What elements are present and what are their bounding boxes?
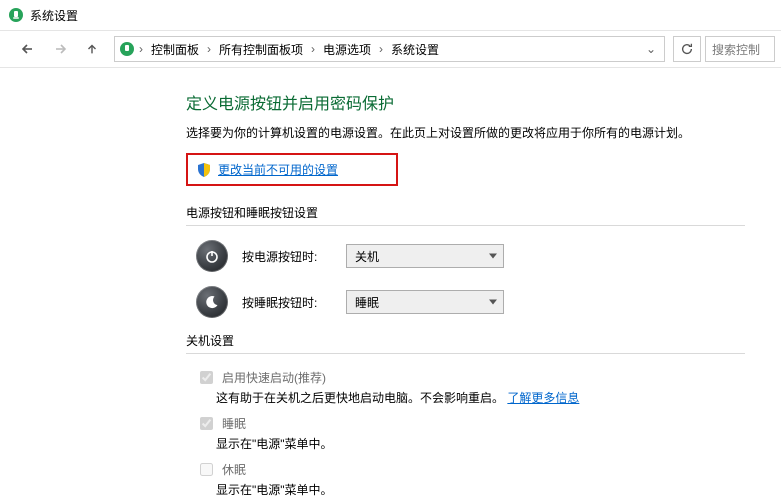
breadcrumb-item[interactable]: 系统设置 <box>387 41 443 58</box>
buttons-section-title: 电源按钮和睡眠按钮设置 <box>186 204 745 226</box>
chevron-right-icon[interactable]: › <box>205 42 213 56</box>
hibernate-option: 休眠 <box>186 460 745 479</box>
hibernate-option-label: 休眠 <box>222 461 246 478</box>
breadcrumb-item[interactable]: 电源选项 <box>319 41 375 58</box>
sleep-button-label: 按睡眠按钮时: <box>242 294 332 311</box>
power-icon <box>196 240 228 272</box>
unlock-settings-highlight: 更改当前不可用的设置 <box>186 153 398 186</box>
page-heading: 定义电源按钮并启用密码保护 <box>186 90 745 114</box>
breadcrumb-item[interactable]: 所有控制面板项 <box>215 41 307 58</box>
unlock-settings-link[interactable]: 更改当前不可用的设置 <box>218 161 338 178</box>
title-bar: 系统设置 <box>0 0 781 31</box>
forward-button[interactable] <box>46 35 74 63</box>
power-button-row: 按电源按钮时: 关机 <box>186 240 745 272</box>
learn-more-link[interactable]: 了解更多信息 <box>507 391 579 405</box>
address-bar[interactable]: › 控制面板 › 所有控制面板项 › 电源选项 › 系统设置 ⌄ <box>114 36 665 62</box>
sleep-option-label: 睡眠 <box>222 415 246 432</box>
sleep-button-value: 睡眠 <box>355 294 379 311</box>
search-placeholder: 搜索控制 <box>712 41 760 58</box>
nav-bar: › 控制面板 › 所有控制面板项 › 电源选项 › 系统设置 ⌄ 搜索控制 <box>0 31 781 68</box>
chevron-right-icon[interactable]: › <box>137 42 145 56</box>
shield-icon <box>196 162 212 178</box>
hibernate-checkbox[interactable] <box>200 463 213 476</box>
hibernate-option-hint: 显示在"电源"菜单中。 <box>186 481 745 498</box>
fast-startup-hint: 这有助于在关机之后更快地启动电脑。不会影响重启。 了解更多信息 <box>186 389 745 406</box>
up-button[interactable] <box>78 35 106 63</box>
back-button[interactable] <box>14 35 42 63</box>
shutdown-section-title: 关机设置 <box>186 332 745 354</box>
fast-startup-label: 启用快速启动(推荐) <box>222 369 326 386</box>
power-button-select[interactable]: 关机 <box>346 244 504 268</box>
sleep-button-select[interactable]: 睡眠 <box>346 290 504 314</box>
breadcrumb-item[interactable]: 控制面板 <box>147 41 203 58</box>
power-button-value: 关机 <box>355 248 379 265</box>
search-input[interactable]: 搜索控制 <box>705 36 775 62</box>
sleep-option-hint: 显示在"电源"菜单中。 <box>186 435 745 452</box>
address-icon <box>119 41 135 57</box>
address-dropdown-icon[interactable]: ⌄ <box>642 42 660 56</box>
fast-startup-option: 启用快速启动(推荐) <box>186 368 745 387</box>
app-icon <box>8 7 24 23</box>
sleep-button-row: 按睡眠按钮时: 睡眠 <box>186 286 745 318</box>
fast-startup-checkbox[interactable] <box>200 371 213 384</box>
page-description: 选择要为你的计算机设置的电源设置。在此页上对设置所做的更改将应用于你所有的电源计… <box>186 124 745 143</box>
chevron-right-icon[interactable]: › <box>309 42 317 56</box>
content-area: 定义电源按钮并启用密码保护 选择要为你的计算机设置的电源设置。在此页上对设置所做… <box>0 68 781 500</box>
sleep-option: 睡眠 <box>186 414 745 433</box>
sleep-checkbox[interactable] <box>200 417 213 430</box>
chevron-right-icon[interactable]: › <box>377 42 385 56</box>
refresh-button[interactable] <box>673 36 701 62</box>
moon-icon <box>196 286 228 318</box>
window-title: 系统设置 <box>30 7 78 24</box>
power-button-label: 按电源按钮时: <box>242 248 332 265</box>
